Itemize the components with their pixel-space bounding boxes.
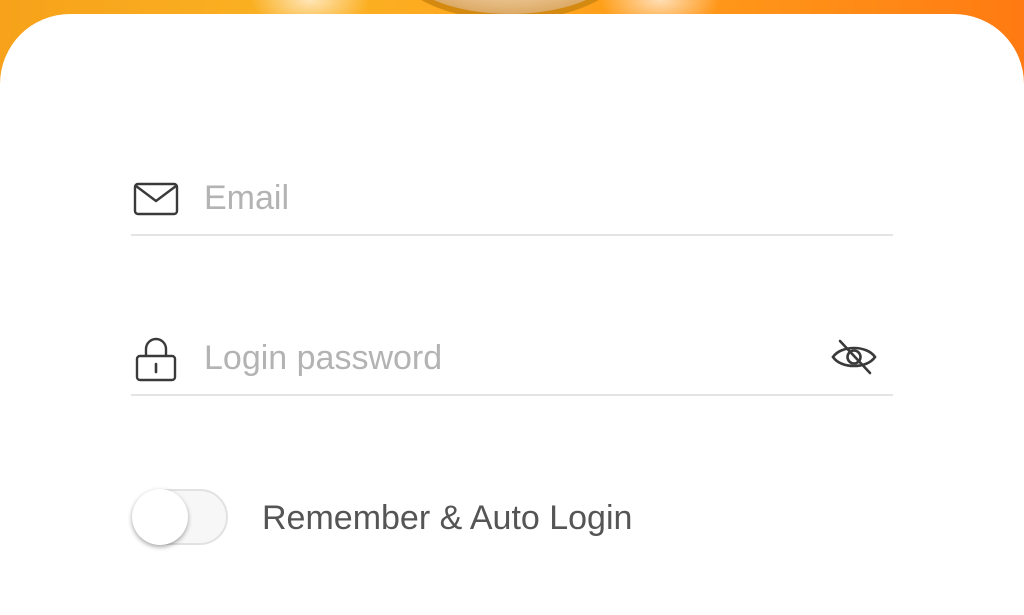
toggle-knob xyxy=(132,489,188,545)
email-field[interactable]: Email xyxy=(131,166,893,236)
lock-icon xyxy=(133,336,179,382)
email-placeholder: Email xyxy=(204,179,290,217)
password-field[interactable]: Login password xyxy=(131,326,893,396)
remember-toggle[interactable] xyxy=(132,488,228,546)
password-placeholder: Login password xyxy=(204,339,443,377)
remember-label: Remember & Auto Login xyxy=(262,499,633,537)
envelope-icon xyxy=(133,176,179,222)
eye-off-icon[interactable] xyxy=(829,334,879,380)
